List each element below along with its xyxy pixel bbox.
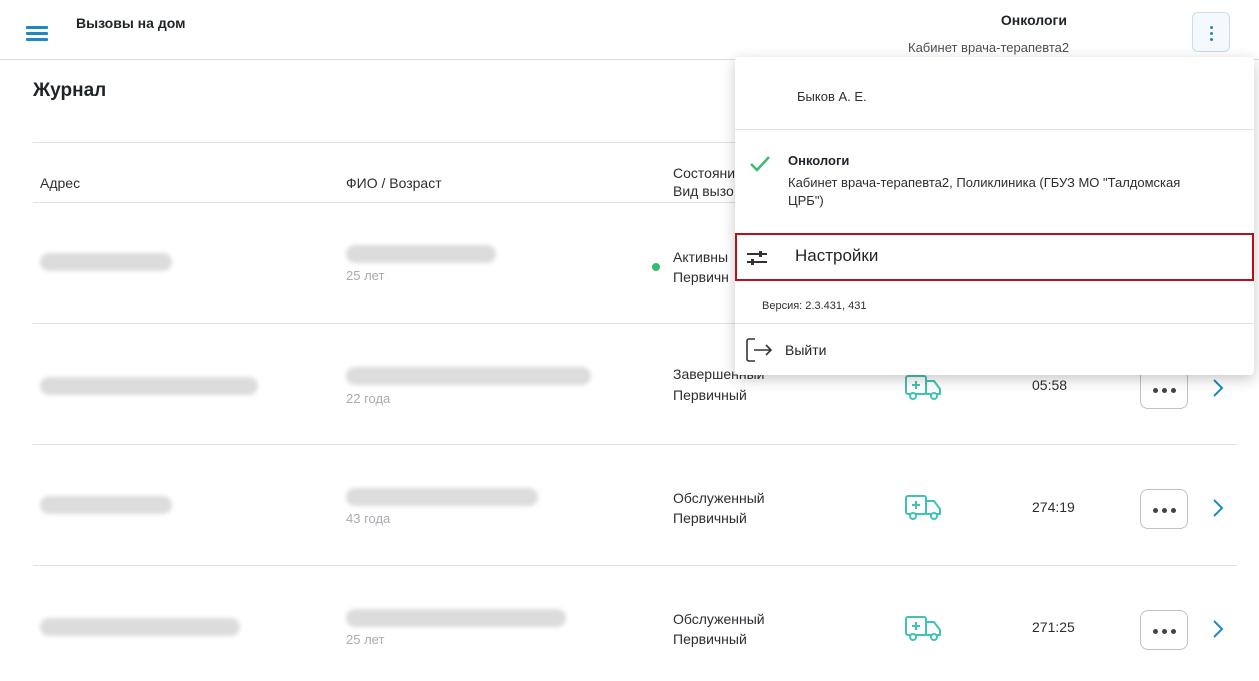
app-version: Версия: 2.3.431, 431 <box>762 300 867 312</box>
call-type: Первичный <box>673 510 747 526</box>
call-type: Первичный <box>673 387 747 403</box>
fio-redacted <box>346 609 566 627</box>
address-redacted <box>40 377 258 395</box>
column-header-state: Состояни <box>673 165 736 181</box>
call-time: 271:25 <box>1032 619 1075 635</box>
address-redacted <box>40 496 172 514</box>
header-department: Онкологи <box>1000 12 1067 28</box>
menu-logout-label: Выйти <box>785 342 827 358</box>
row-actions-button[interactable] <box>1140 610 1188 650</box>
call-status: Обслуженный <box>673 490 765 506</box>
kebab-menu-button[interactable] <box>1192 12 1230 52</box>
hamburger-icon[interactable] <box>26 26 48 42</box>
chevron-right-icon[interactable] <box>1211 619 1225 639</box>
ambulance-icon[interactable] <box>904 374 944 400</box>
patient-age: 43 года <box>346 511 391 526</box>
call-type: Первичн <box>673 269 729 285</box>
column-header-fio-age: ФИО / Возраст <box>346 175 442 191</box>
table-row-divider <box>33 565 1237 566</box>
app-title: Вызовы на дом <box>76 15 186 31</box>
active-status-dot <box>652 263 660 271</box>
menu-settings-item[interactable]: Настройки <box>735 233 1254 281</box>
menu-divider <box>735 129 1254 130</box>
settings-sliders-icon <box>747 251 767 265</box>
menu-divider <box>735 323 1254 324</box>
fio-redacted <box>346 245 496 263</box>
table-row-divider <box>33 444 1237 445</box>
column-header-address: Адрес <box>40 175 81 191</box>
address-redacted <box>40 618 240 636</box>
chevron-right-icon[interactable] <box>1211 378 1225 398</box>
call-time: 274:19 <box>1032 499 1075 515</box>
call-status: Обслуженный <box>673 611 765 627</box>
kebab-icon <box>1210 26 1213 29</box>
patient-age: 22 года <box>346 391 391 406</box>
menu-logout-item[interactable]: Выйти <box>745 335 945 365</box>
call-time: 05:58 <box>1032 377 1068 393</box>
ambulance-icon[interactable] <box>904 615 944 641</box>
menu-settings-label: Настройки <box>795 246 879 265</box>
call-type: Первичный <box>673 631 747 647</box>
patient-age: 25 лет <box>346 268 385 283</box>
header-cabinet: Кабинет врача-терапевта2 <box>908 40 1070 55</box>
row-actions-button[interactable] <box>1140 369 1188 409</box>
logout-icon <box>746 338 773 362</box>
check-icon <box>750 156 770 172</box>
page-title: Журнал <box>33 80 107 101</box>
ambulance-icon[interactable] <box>904 494 944 520</box>
menu-user-name: Быков А. Е. <box>797 89 867 104</box>
row-actions-button[interactable] <box>1140 489 1188 529</box>
fio-redacted <box>346 367 591 385</box>
patient-age: 25 лет <box>346 632 385 647</box>
column-header-call-type: Вид вызо <box>673 183 734 199</box>
menu-department[interactable]: Онкологи <box>788 153 849 168</box>
user-dropdown-menu: Быков А. Е. Онкологи Кабинет врача-терап… <box>735 57 1254 375</box>
fio-redacted <box>346 488 538 506</box>
address-redacted <box>40 253 172 271</box>
chevron-right-icon[interactable] <box>1211 498 1225 518</box>
menu-organization[interactable]: Кабинет врача-терапевта2, Поликлиника (Г… <box>788 174 1208 210</box>
call-status: Активны <box>673 249 729 265</box>
